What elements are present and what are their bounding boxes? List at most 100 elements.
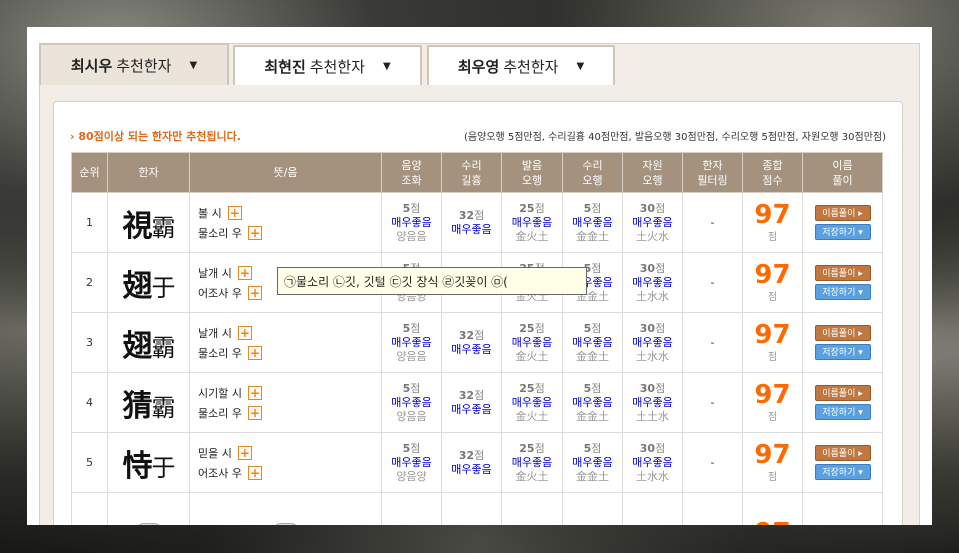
score-points: 32점 [458,388,485,402]
meaning-2: 어조사 우 [198,466,242,480]
tab-choi-siwoo[interactable]: 최시우 추천한자 ▼ [39,43,229,85]
tab-suffix: 추천한자 [503,57,559,76]
score-cell [562,492,623,525]
plus-icon[interactable]: + [237,445,252,460]
meaning-1: 볼 시 [198,206,222,220]
meaning-cell: 날개 시 + 물소리 우 + [189,312,382,373]
save-button[interactable]: 저장하기 ▾ [814,284,871,300]
interpret-name-button[interactable]: 이름풀이 ▸ [814,524,871,525]
score-element: 土水水 [636,469,669,483]
hanja-cell: 翅霸 [107,312,190,373]
header-line: 음양 [401,158,422,172]
filter-cell [682,492,743,525]
header-line: 한자 [702,158,723,172]
score-element: 양음음 [396,229,427,243]
plus-icon[interactable]: + [247,465,262,480]
tab-name: 최시우 [70,56,113,75]
meaning-1: 날개 시 [198,326,232,340]
score-cell: 5점 매우좋음 金金土 [562,372,623,433]
score-points: 30점 [639,321,666,335]
score-cell: 5점 매우좋음 양음음 [381,372,442,433]
recommend-notice: › 80점이상 되는 한자만 추천됩니다. [70,130,241,143]
interpret-name-button[interactable]: 이름풀이 ▸ [814,205,871,221]
interpret-name-button[interactable]: 이름풀이 ▸ [814,265,871,281]
meaning-2: 물소리 우 [198,406,242,420]
score-element: 土水水 [636,349,669,363]
save-button[interactable]: 저장하기 ▾ [814,344,871,360]
score-grade: 매우좋음 [511,335,553,349]
tab-suffix: 추천한자 [116,56,172,75]
score-points: 5점 [583,321,602,335]
score-points: 5점 [583,201,602,215]
hanja-cell: 恃于 [107,432,190,493]
tab-choi-wooyoung[interactable]: 최우영 추천한자 ▼ [427,45,615,85]
score-grade: 매우좋음 [451,462,492,476]
meaning-2: 물소리 우 [198,346,242,360]
hanja-char-1: 翅 [122,268,153,304]
header-filter: 한자 필터링 [682,152,743,193]
total-score: 97 [754,320,791,350]
score-points: 25점 [519,201,545,215]
score-cell: 32점 [441,492,502,525]
interpret-name-button[interactable]: 이름풀이 ▸ [814,445,871,461]
hanja-char-2: 霸 [151,393,176,422]
plus-icon[interactable]: + [247,225,262,240]
meaning-cell [189,492,382,525]
score-points: 30점 [639,381,666,395]
header-line: 수리 [582,158,603,172]
plus-icon[interactable]: + [227,205,242,220]
hanja-cell: 視霸 [107,192,190,253]
header-jawon: 자원 오행 [622,152,683,193]
score-element: 金火土 [515,349,549,363]
score-cell: 5점 [381,492,442,525]
score-grade: 매우좋음 [511,455,553,469]
plus-icon[interactable]: + [237,265,252,280]
rank-cell [71,492,108,525]
header-line: 오행 [642,173,663,187]
score-element: 金火土 [515,229,549,243]
action-cell: 이름풀이 ▸ 저장하기 ▾ [802,192,883,253]
score-points: 30점 [639,441,666,455]
tab-choi-hyeonjin[interactable]: 최현진 추천한자 ▼ [233,45,422,85]
save-button[interactable]: 저장하기 ▾ [814,224,871,240]
plus-icon[interactable]: + [247,285,262,300]
total-unit: 점 [767,352,778,363]
rank-cell: 4 [71,372,108,433]
plus-icon[interactable]: + [237,325,252,340]
rank-cell: 3 [71,312,108,373]
total-cell: 97 [742,492,803,526]
hanja-cell [107,492,190,525]
score-points: 25점 [519,381,545,395]
score-points: 5점 [402,201,421,215]
score-points: 25점 [519,321,545,335]
save-button[interactable]: 저장하기 ▾ [814,404,871,420]
hanja-char-1: 視 [122,208,153,244]
score-element: 金火土 [515,409,549,423]
meaning-cell: 볼 시 + 물소리 우 + [189,192,382,253]
total-cell: 97 점 [742,252,803,313]
score-grade: 매우좋음 [632,455,673,469]
score-cell: 32점매우좋음 [441,372,502,433]
save-button[interactable]: 저장하기 ▾ [814,464,871,480]
score-cell: 30점 매우좋음 土水水 [622,432,683,493]
filter-cell: - [682,432,743,493]
action-cell: 이름풀이 ▸ [802,492,883,525]
hanja-cell: 翅于 [107,252,190,313]
score-element: 金金土 [576,229,609,243]
score-cell: 30점 매우좋음 土水水 [622,312,683,373]
header-line: 발음 [521,158,543,172]
hanja-ranking-table: 순위 한자 뜻/음 음양 조화 수리 길흉 발음 오행 수리 오행 자원 오행 한자 필터링… [71,152,883,525]
total-cell: 97 점 [742,192,803,253]
score-grade: 매우좋음 [572,215,613,229]
plus-icon[interactable]: + [247,405,262,420]
score-grade: 매우좋음 [632,275,673,289]
total-score: 97 [743,520,802,526]
interpret-name-button[interactable]: 이름풀이 ▸ [814,385,871,401]
score-grade: 매우좋음 [451,222,492,236]
header-line: 길흉 [461,173,482,187]
plus-icon[interactable]: + [247,385,262,400]
plus-icon[interactable]: + [247,345,262,360]
total-cell: 97 점 [742,312,803,373]
interpret-name-button[interactable]: 이름풀이 ▸ [814,325,871,341]
table-row: 5 恃于 믿을 시 + 어조사 우 +5점 매우좋음 양음양 32점 매우좋음 25점 매우좋음 金火土… [71,432,883,493]
